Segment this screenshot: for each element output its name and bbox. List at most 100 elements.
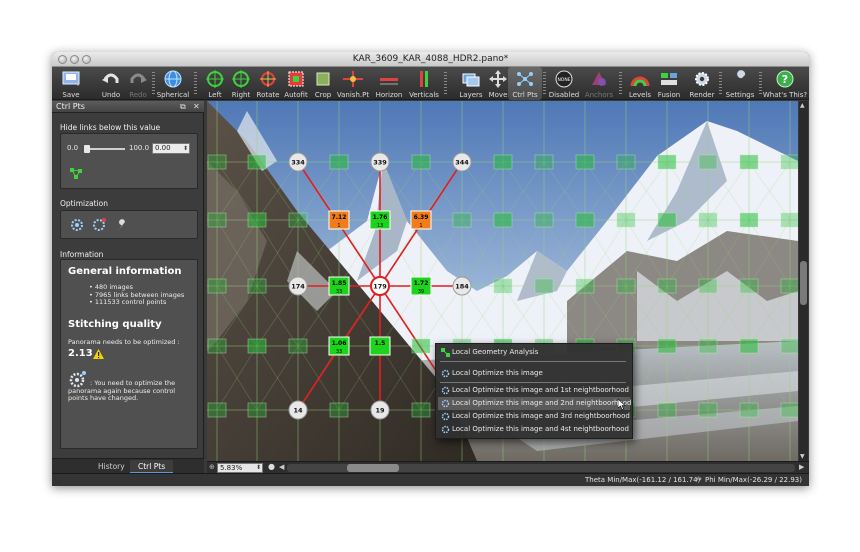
optimize-all-icon[interactable] — [91, 217, 107, 233]
hide-links-slider[interactable] — [84, 145, 125, 153]
render-button[interactable]: Render — [685, 67, 719, 100]
image-marker[interactable] — [657, 278, 677, 294]
image-node[interactable]: 184 — [452, 276, 472, 296]
image-marker[interactable] — [247, 212, 267, 228]
image-marker[interactable] — [739, 154, 759, 170]
image-marker[interactable] — [780, 154, 798, 170]
stepper-icon[interactable]: ⬍ — [256, 464, 261, 472]
link-error-badge[interactable]: 1.76 13 — [369, 210, 391, 230]
image-marker[interactable] — [411, 402, 431, 418]
menu-item-optimize-1st[interactable]: Local Optimize this image and 1st neight… — [438, 384, 630, 397]
image-marker[interactable] — [207, 338, 227, 354]
link-error-badge[interactable]: 1.72 39 — [410, 276, 432, 296]
image-marker[interactable] — [657, 212, 677, 228]
settings-button[interactable]: Settings — [723, 67, 757, 100]
zoom-field[interactable]: 5.83% ⬍ — [217, 463, 263, 473]
image-node[interactable]: 19 — [370, 400, 390, 420]
image-marker[interactable] — [329, 154, 349, 170]
image-marker[interactable] — [780, 338, 798, 354]
tab-history[interactable]: History — [90, 460, 133, 474]
scroll-up-icon[interactable]: ▲ — [800, 102, 805, 109]
image-marker[interactable] — [493, 154, 513, 170]
image-marker[interactable] — [288, 338, 308, 354]
image-marker[interactable] — [207, 402, 227, 418]
link-error-badge[interactable]: 1.85 33 — [328, 276, 350, 296]
menu-item-optimize-2nd[interactable]: Local Optimize this image and 2nd neight… — [438, 397, 631, 410]
zoom-reset-icon[interactable]: ● — [268, 462, 275, 471]
image-marker[interactable] — [698, 212, 718, 228]
image-marker[interactable] — [493, 212, 513, 228]
image-marker[interactable] — [739, 338, 759, 354]
link-error-badge[interactable]: 1.06 33 — [328, 336, 350, 356]
image-marker[interactable] — [575, 212, 595, 228]
image-marker[interactable] — [207, 212, 227, 228]
image-marker[interactable] — [411, 154, 431, 170]
image-marker[interactable] — [739, 212, 759, 228]
image-marker[interactable] — [780, 278, 798, 294]
image-node[interactable]: 334 — [288, 152, 308, 172]
link-error-badge[interactable]: 6.39 1 — [410, 210, 432, 230]
image-marker[interactable] — [698, 278, 718, 294]
image-node[interactable]: 344 — [452, 152, 472, 172]
scroll-left-icon[interactable]: ◀ — [279, 463, 284, 471]
menu-item-optimize-4th[interactable]: Local Optimize this image and 4st neight… — [438, 423, 630, 436]
control-points-button[interactable]: Ctrl Pts — [508, 67, 542, 100]
link-graph-icon[interactable] — [69, 167, 83, 181]
menu-item-optimize-3rd[interactable]: Local Optimize this image and 3rd neight… — [438, 410, 630, 423]
save-button[interactable]: Save — [54, 67, 88, 100]
image-marker[interactable] — [616, 278, 636, 294]
image-marker[interactable] — [575, 154, 595, 170]
image-marker[interactable] — [780, 402, 798, 418]
image-marker[interactable] — [698, 154, 718, 170]
stepper-icon[interactable]: ⬍ — [183, 144, 188, 153]
link-error-badge[interactable]: 7.12 1 — [328, 210, 350, 230]
scroll-down-icon[interactable]: ▼ — [800, 453, 805, 460]
image-marker[interactable] — [780, 212, 798, 228]
image-marker[interactable] — [207, 278, 227, 294]
image-marker[interactable] — [657, 154, 677, 170]
image-marker[interactable] — [247, 402, 267, 418]
horizontal-scroll-thumb[interactable] — [347, 464, 399, 472]
image-node[interactable]: 14 — [288, 400, 308, 420]
menu-item-optimize-image[interactable]: Local Optimize this image — [438, 367, 630, 380]
image-marker[interactable] — [616, 212, 636, 228]
float-panel-icon[interactable]: ⧉ — [180, 102, 186, 112]
image-marker[interactable] — [207, 154, 227, 170]
menu-item-geometry-analysis[interactable]: Local Geometry Analysis — [438, 346, 630, 359]
horizontal-scrollbar[interactable] — [287, 464, 795, 472]
link-error-badge[interactable]: 1.5 — [369, 336, 391, 356]
vanishing-point-button[interactable]: Vanish.Pt — [336, 67, 370, 100]
slider-handle[interactable] — [84, 145, 90, 153]
image-marker[interactable] — [452, 212, 472, 228]
image-marker[interactable] — [698, 338, 718, 354]
vertical-scrollbar[interactable]: ▲ ▼ — [799, 101, 808, 461]
hide-links-value-input[interactable]: 0.00 ⬍ — [152, 143, 190, 154]
vertical-scroll-thumb[interactable] — [800, 261, 807, 305]
image-marker[interactable] — [534, 154, 554, 170]
image-marker[interactable] — [698, 402, 718, 418]
image-marker[interactable] — [247, 338, 267, 354]
image-marker[interactable] — [329, 402, 349, 418]
image-node[interactable]: 179 — [370, 276, 390, 296]
image-marker[interactable] — [247, 154, 267, 170]
image-marker[interactable] — [739, 402, 759, 418]
image-marker[interactable] — [657, 338, 677, 354]
image-marker[interactable] — [739, 278, 759, 294]
close-panel-icon[interactable]: ✕ — [193, 102, 200, 111]
tab-ctrl-pts[interactable]: Ctrl Pts — [130, 460, 174, 474]
image-marker[interactable] — [411, 338, 431, 354]
anchors-button[interactable]: Anchors — [582, 67, 616, 100]
image-node[interactable]: 174 — [288, 276, 308, 296]
image-node[interactable]: 339 — [370, 152, 390, 172]
scroll-right-icon[interactable]: ▶ — [799, 463, 804, 471]
verticals-button[interactable]: Verticals — [407, 67, 441, 100]
image-marker[interactable] — [575, 278, 595, 294]
image-marker[interactable] — [657, 402, 677, 418]
wrench-icon[interactable] — [114, 217, 130, 233]
image-marker[interactable] — [616, 154, 636, 170]
image-marker[interactable] — [534, 212, 554, 228]
image-marker[interactable] — [288, 212, 308, 228]
spherical-button[interactable]: Spherical — [156, 67, 190, 100]
image-marker[interactable] — [493, 278, 513, 294]
zoom-icon[interactable]: ⊕ — [209, 463, 215, 471]
